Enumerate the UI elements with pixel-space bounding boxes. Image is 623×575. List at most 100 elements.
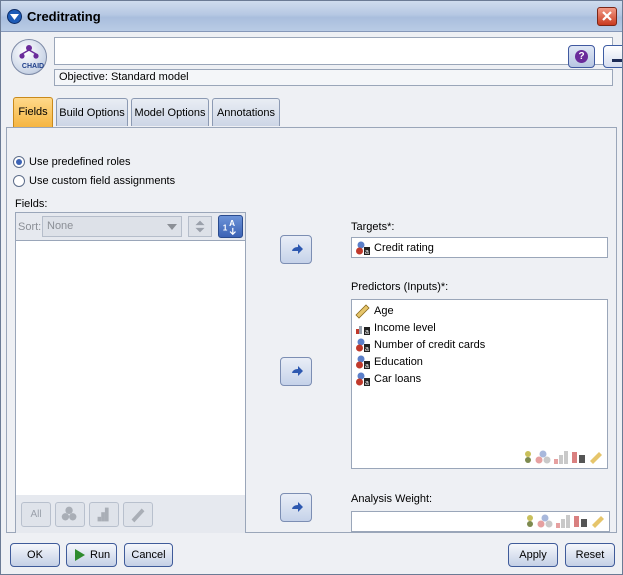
nominal-icon: a bbox=[356, 355, 370, 370]
ordinal-type-icon bbox=[556, 515, 570, 528]
help-icon: ? bbox=[575, 50, 588, 63]
predefined-roles-option[interactable]: Use predefined roles bbox=[13, 154, 131, 170]
predictors-list[interactable]: Age a Income level a Number of credit ca… bbox=[351, 299, 608, 469]
sort-az-icon: 1 A bbox=[223, 219, 236, 236]
ordinal-icon: a bbox=[356, 325, 370, 336]
tab-fields[interactable]: Fields bbox=[13, 97, 53, 127]
predictor-item-label: Income level bbox=[374, 321, 436, 334]
sort-az-button[interactable]: 1 A bbox=[218, 215, 243, 238]
predictor-item-label: Car loans bbox=[374, 372, 422, 385]
predictor-item[interactable]: a Education bbox=[355, 353, 423, 370]
target-item-label: Credit rating bbox=[374, 241, 434, 254]
allowed-types-icons bbox=[525, 513, 605, 529]
svg-text:a: a bbox=[365, 363, 369, 370]
move-to-weight-button[interactable] bbox=[280, 493, 312, 522]
minimize-icon bbox=[612, 59, 622, 62]
arrow-right-icon bbox=[292, 502, 303, 512]
custom-assignments-option[interactable]: Use custom field assignments bbox=[13, 173, 175, 189]
move-to-predictors-button[interactable] bbox=[280, 357, 312, 386]
svg-text:a: a bbox=[365, 346, 369, 353]
typeless-type-icon bbox=[574, 516, 587, 527]
targets-label: Targets*: bbox=[351, 221, 395, 233]
objective-field: Objective: Standard model bbox=[54, 69, 613, 86]
continuous-type-icon bbox=[592, 516, 604, 528]
minimize-button[interactable] bbox=[603, 45, 622, 68]
apply-button[interactable]: Apply bbox=[508, 543, 558, 567]
fields-panel: Use predefined roles Use custom field as… bbox=[6, 127, 617, 534]
title-bar[interactable]: Creditrating bbox=[1, 1, 622, 32]
sort-value: None bbox=[47, 220, 74, 232]
tab-model-options[interactable]: Model Options bbox=[131, 98, 209, 126]
cancel-button[interactable]: Cancel bbox=[124, 543, 173, 567]
filter-ordinal-button[interactable] bbox=[89, 502, 119, 527]
tab-annotations[interactable]: Annotations bbox=[212, 98, 280, 126]
play-icon bbox=[75, 549, 85, 561]
predictor-item[interactable]: Age bbox=[355, 302, 394, 319]
nominal-type-icon bbox=[535, 450, 551, 464]
flag-type-icon bbox=[525, 451, 531, 463]
up-down-icon bbox=[195, 220, 205, 233]
reset-button[interactable]: Reset bbox=[565, 543, 615, 567]
fields-list-box: Sort: None 1 A All bbox=[15, 212, 246, 534]
close-icon bbox=[602, 11, 612, 21]
ok-button[interactable]: OK bbox=[10, 543, 60, 567]
svg-text:a: a bbox=[365, 329, 369, 336]
targets-field[interactable]: a Credit rating bbox=[351, 237, 608, 258]
sort-order-button[interactable] bbox=[188, 216, 212, 237]
custom-assignments-label: Use custom field assignments bbox=[29, 175, 176, 187]
ruler-icon bbox=[131, 508, 145, 523]
sort-bar: Sort: None 1 A bbox=[16, 213, 245, 240]
predictor-item[interactable]: a Income level bbox=[355, 319, 436, 336]
custom-assignments-radio[interactable] bbox=[13, 175, 25, 187]
predictor-item[interactable]: a Number of credit cards bbox=[355, 336, 485, 353]
chevron-down-icon bbox=[167, 224, 177, 230]
nominal-icon: a bbox=[356, 372, 370, 387]
dialog-window: Creditrating CHAID ? Objective: Standard… bbox=[0, 0, 623, 575]
continuous-type-icon bbox=[590, 452, 602, 464]
svg-text:A: A bbox=[229, 219, 235, 228]
allowed-types-icons bbox=[523, 449, 603, 465]
analysis-weight-label: Analysis Weight: bbox=[351, 493, 433, 505]
filter-nominal-button[interactable] bbox=[55, 502, 85, 527]
predefined-roles-radio[interactable] bbox=[13, 156, 25, 168]
node-icon bbox=[7, 9, 22, 24]
fields-list[interactable] bbox=[16, 240, 245, 495]
help-button[interactable]: ? bbox=[568, 45, 595, 68]
move-to-targets-button[interactable] bbox=[280, 235, 312, 264]
arrow-right-icon bbox=[292, 244, 303, 254]
target-item[interactable]: a Credit rating bbox=[355, 239, 434, 256]
flag-icon: a bbox=[356, 241, 370, 256]
typeless-type-icon bbox=[572, 452, 585, 463]
window-title: Creditrating bbox=[27, 9, 101, 24]
run-button[interactable]: Run bbox=[66, 543, 117, 567]
predefined-roles-label: Use predefined roles bbox=[29, 156, 131, 168]
node-name-field[interactable]: ? bbox=[54, 37, 622, 68]
ruler-icon bbox=[355, 303, 370, 319]
ordinal-type-icon bbox=[554, 451, 568, 464]
arrow-right-icon bbox=[292, 366, 303, 376]
nominal-icon: a bbox=[356, 338, 370, 353]
svg-text:a: a bbox=[365, 380, 369, 387]
svg-text:a: a bbox=[365, 249, 369, 256]
predictor-item-label: Education bbox=[374, 355, 423, 368]
nominal-type-icon bbox=[537, 514, 553, 528]
fields-label: Fields: bbox=[15, 198, 48, 210]
analysis-weight-field[interactable] bbox=[351, 511, 610, 532]
predictor-item-label: Age bbox=[374, 304, 394, 317]
tab-build-options[interactable]: Build Options bbox=[56, 98, 128, 126]
predictor-item-label: Number of credit cards bbox=[374, 338, 486, 351]
chaid-node-icon: CHAID bbox=[11, 39, 47, 75]
node-type-label: CHAID bbox=[21, 63, 45, 70]
filter-continuous-button[interactable] bbox=[123, 502, 153, 527]
node-header: CHAID ? Objective: Standard model bbox=[1, 33, 622, 97]
sort-select[interactable]: None bbox=[42, 216, 182, 237]
button-bar: OK Run Cancel Apply Reset bbox=[1, 533, 622, 574]
nominal-icon bbox=[61, 506, 77, 521]
filter-all-button[interactable]: All bbox=[21, 502, 51, 527]
predictor-item[interactable]: a Car loans bbox=[355, 370, 421, 387]
sort-label: Sort: bbox=[18, 221, 42, 233]
flag-type-icon bbox=[527, 515, 533, 527]
close-button[interactable] bbox=[597, 7, 617, 26]
ordinal-icon bbox=[97, 507, 109, 522]
svg-text:1: 1 bbox=[223, 224, 228, 233]
